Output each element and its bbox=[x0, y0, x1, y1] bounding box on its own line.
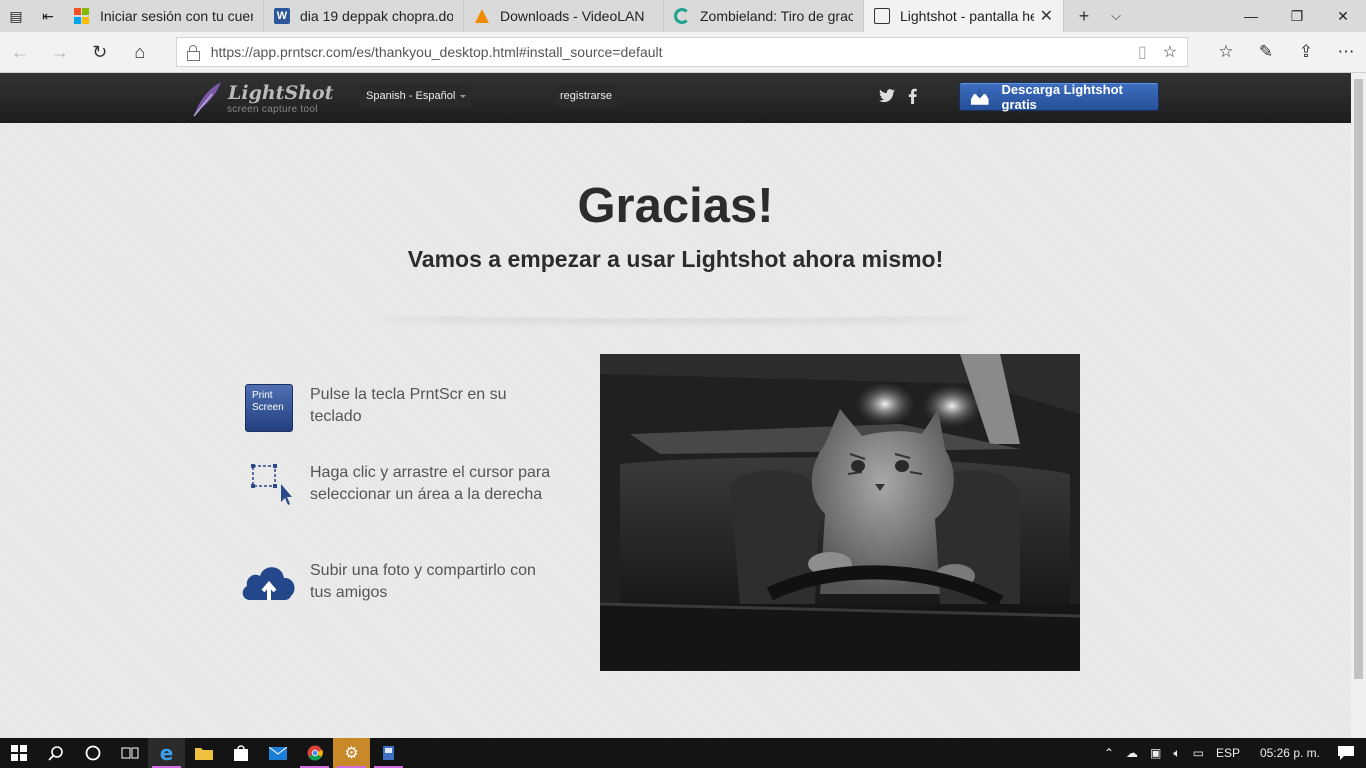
more-menu-icon[interactable]: ⋯ bbox=[1326, 42, 1366, 62]
demo-photo-cat-driving bbox=[600, 354, 1080, 671]
twitter-icon[interactable] bbox=[878, 86, 896, 106]
minimize-icon[interactable]: — bbox=[1228, 0, 1274, 32]
step-text: Pulse la tecla PrntScr en su teclado bbox=[310, 386, 507, 425]
new-tab-icon[interactable]: + bbox=[1068, 6, 1100, 27]
show-hidden-icons-chevron-icon[interactable]: ⌃ bbox=[1104, 746, 1114, 760]
close-tab-icon[interactable]: ✕ bbox=[1040, 6, 1053, 26]
browser-tab-bar: ▤ ⇤ Iniciar sesión con tu cuenta W dia 1… bbox=[0, 0, 1366, 32]
home-icon[interactable]: ⌂ bbox=[120, 32, 160, 72]
tab-label: Iniciar sesión con tu cuenta bbox=[100, 8, 253, 24]
start-icon[interactable] bbox=[0, 738, 37, 768]
url-text[interactable]: https://app.prntscr.com/es/thankyou_desk… bbox=[211, 44, 1138, 60]
chrome-icon[interactable] bbox=[296, 738, 333, 768]
download-icon bbox=[970, 88, 989, 105]
browser-tab-word-doc[interactable]: W dia 19 deppak chopra.docx bbox=[264, 0, 464, 32]
tab-preview-chevron-icon[interactable]: ⌵ bbox=[1100, 8, 1132, 24]
address-bar[interactable]: https://app.prntscr.com/es/thankyou_desk… bbox=[175, 37, 1189, 67]
forward-icon[interactable]: → bbox=[40, 32, 80, 72]
main-content: Gracias! Vamos a empezar a usar Lightsho… bbox=[0, 123, 1351, 738]
set-aside-tabs-icon[interactable]: ⇤ bbox=[32, 0, 64, 32]
logo-name: LightShot bbox=[228, 82, 334, 104]
page-scrollbar[interactable] bbox=[1351, 73, 1366, 738]
navigation-bar: ← → ↻ ⌂ https://app.prntscr.com/es/thank… bbox=[0, 32, 1366, 73]
back-icon[interactable]: ← bbox=[0, 32, 40, 72]
settings-gear-icon[interactable]: ⚙ bbox=[333, 738, 370, 768]
favorite-star-icon[interactable]: ☆ bbox=[1163, 42, 1177, 62]
vlc-icon bbox=[474, 8, 490, 24]
download-lightshot-button[interactable]: Descarga Lightshot gratis bbox=[959, 81, 1159, 112]
browser-tab-zombieland[interactable]: Zombieland: Tiro de gracia ( bbox=[664, 0, 864, 32]
file-explorer-icon[interactable] bbox=[185, 738, 222, 768]
web-note-pen-icon[interactable]: ✎ bbox=[1246, 42, 1286, 62]
installer-icon[interactable] bbox=[370, 738, 407, 768]
page-icon bbox=[874, 8, 890, 24]
share-icon[interactable]: ⇪ bbox=[1286, 42, 1326, 62]
windows-taskbar: e ⚙ ⌃ ☁ ▣ 🔈︎ ▭ ESP 05:26 p. m. bbox=[0, 738, 1366, 768]
network-icon[interactable]: ▣ bbox=[1150, 746, 1161, 760]
input-language[interactable]: ESP bbox=[1216, 746, 1240, 760]
download-button-label: Descarga Lightshot gratis bbox=[1001, 81, 1123, 112]
close-window-icon[interactable]: ✕ bbox=[1320, 0, 1366, 32]
reading-view-icon[interactable]: ▯ bbox=[1138, 42, 1147, 62]
step-text: Subir una foto y compartirlo con tus ami… bbox=[310, 562, 536, 601]
refresh-icon[interactable]: ↻ bbox=[80, 32, 120, 72]
logo-tagline: screen capture tool bbox=[227, 104, 318, 115]
selection-cursor-icon bbox=[251, 464, 292, 505]
mail-icon[interactable] bbox=[259, 738, 296, 768]
step-print-screen: Print Screen Pulse la tecla PrntScr en s… bbox=[240, 384, 560, 434]
lightshot-logo[interactable]: LightShot screen capture tool bbox=[190, 80, 333, 118]
cortana-icon[interactable] bbox=[74, 738, 111, 768]
cuevana-icon bbox=[674, 8, 690, 24]
favorites-hub-icon[interactable]: ☆ bbox=[1206, 42, 1246, 62]
action-center-icon[interactable] bbox=[1326, 746, 1366, 760]
step-select-area: Haga clic y arrastre el cursor para sele… bbox=[240, 462, 560, 512]
tab-label: Lightshot - pantalla her bbox=[900, 8, 1034, 24]
browser-tab-microsoft[interactable]: Iniciar sesión con tu cuenta bbox=[64, 0, 264, 32]
page-title: Gracias! bbox=[577, 179, 774, 233]
print-screen-key-icon: Print Screen bbox=[245, 384, 293, 432]
feather-icon bbox=[193, 82, 221, 117]
restore-icon[interactable]: ❐ bbox=[1274, 0, 1320, 32]
browser-tab-lightshot[interactable]: Lightshot - pantalla her ✕ bbox=[864, 0, 1064, 32]
edge-icon[interactable]: e bbox=[148, 738, 185, 768]
scrollbar-thumb[interactable] bbox=[1354, 79, 1363, 679]
clock-time[interactable]: 05:26 p. m. bbox=[1260, 746, 1320, 760]
battery-icon[interactable]: ▭ bbox=[1193, 746, 1204, 760]
volume-icon[interactable]: 🔈︎ bbox=[1173, 746, 1180, 761]
task-view-icon[interactable] bbox=[111, 738, 148, 768]
language-select[interactable]: Spanish - Español bbox=[360, 85, 472, 107]
system-tray: ⌃ ☁ ▣ 🔈︎ ▭ ESP 05:26 p. m. bbox=[1098, 746, 1366, 761]
section-divider bbox=[370, 308, 980, 318]
lock-icon bbox=[186, 45, 200, 61]
facebook-icon[interactable] bbox=[906, 86, 918, 106]
browser-tab-videolan[interactable]: Downloads - VideoLAN bbox=[464, 0, 664, 32]
tab-label: Downloads - VideoLAN bbox=[500, 8, 645, 24]
tab-label: dia 19 deppak chopra.docx bbox=[300, 8, 453, 24]
step-upload-share: Subir una foto y compartirlo con tus ami… bbox=[240, 560, 560, 610]
tab-label: Zombieland: Tiro de gracia ( bbox=[700, 8, 853, 24]
store-icon[interactable] bbox=[222, 738, 259, 768]
tab-actions-icon[interactable]: ▤ bbox=[0, 0, 32, 32]
step-text: Haga clic y arrastre el cursor para sele… bbox=[310, 464, 551, 503]
page-subtitle: Vamos a empezar a usar Lightshot ahora m… bbox=[407, 246, 944, 272]
onedrive-cloud-icon[interactable]: ☁ bbox=[1126, 746, 1138, 760]
search-icon[interactable] bbox=[37, 738, 74, 768]
word-icon: W bbox=[274, 8, 290, 24]
microsoft-icon bbox=[74, 8, 90, 24]
cloud-upload-icon bbox=[242, 567, 295, 600]
register-link[interactable]: registrarse bbox=[555, 85, 617, 107]
